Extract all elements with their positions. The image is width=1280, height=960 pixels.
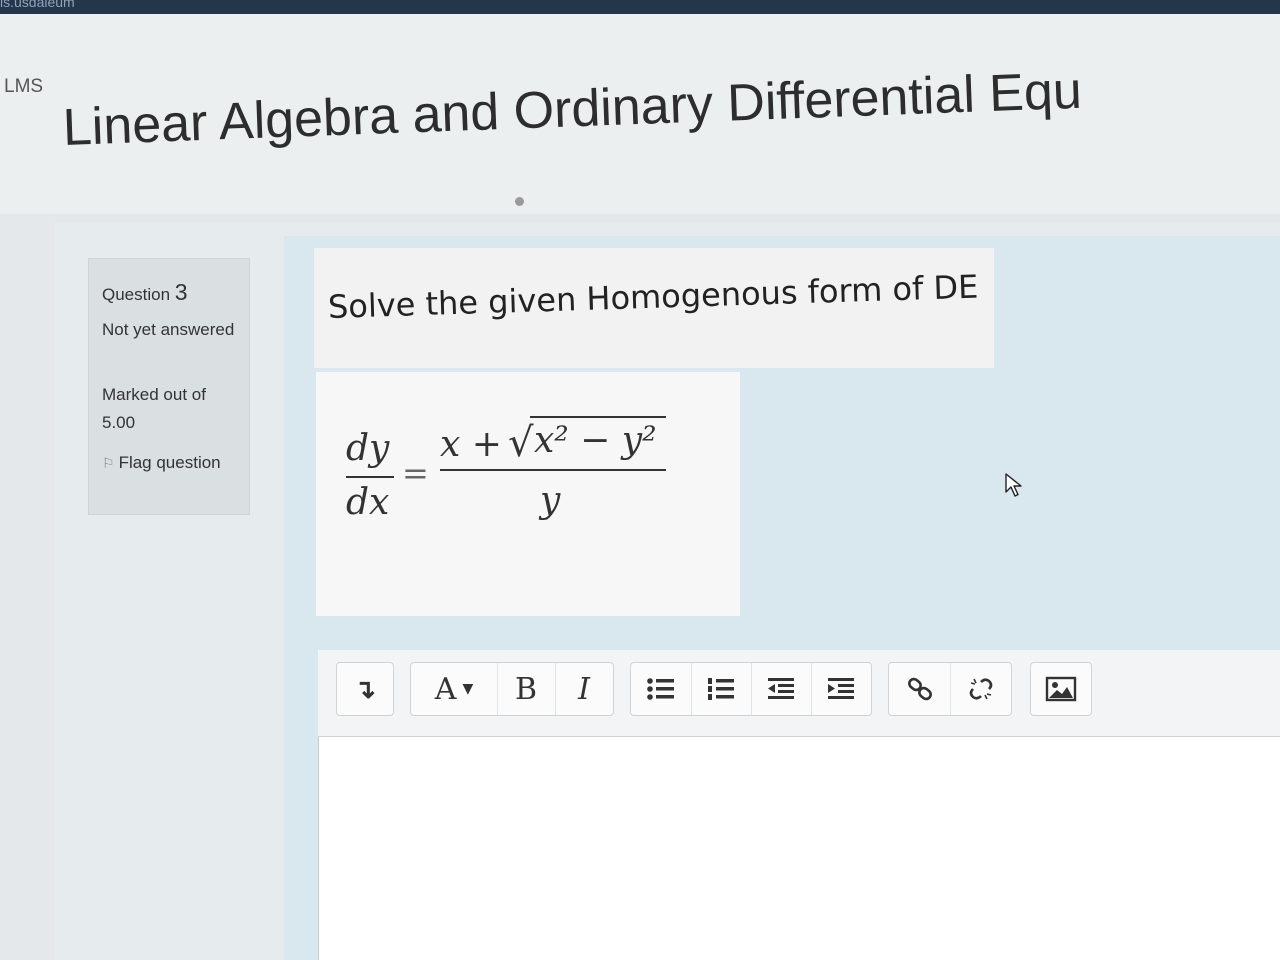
eq-rhs-prefix: x + (440, 424, 502, 465)
link-button[interactable] (889, 663, 951, 715)
insert-image-button[interactable] (1031, 663, 1091, 715)
image-icon (1045, 676, 1077, 702)
link-icon (907, 677, 932, 701)
expand-toolbar-button[interactable]: ↴ (337, 663, 393, 715)
question-state: Not yet answered (102, 320, 235, 339)
eq-rhs-radicand: x² − y² (534, 420, 657, 461)
ordered-list-button[interactable] (691, 663, 752, 715)
eq-lhs-fraction-bar (346, 476, 394, 478)
font-style-label[interactable]: A (435, 672, 457, 707)
toolbar-group-links (888, 662, 1012, 716)
indent-button[interactable] (811, 663, 871, 715)
indent-icon (828, 678, 854, 699)
ordered-list-icon (708, 678, 734, 700)
unlink-icon (969, 678, 992, 700)
eq-rhs-denominator: y (540, 480, 561, 521)
toolbar-group-media (1030, 662, 1092, 716)
unordered-list-icon (647, 678, 674, 700)
eq-sqrt-bar (530, 416, 666, 418)
toolbar-group-expand: ↴ (336, 662, 394, 716)
italic-button[interactable]: I (555, 663, 613, 715)
eq-lhs-denominator: dx (346, 482, 390, 523)
unordered-list-button[interactable] (631, 663, 692, 715)
question-number-label: Question 3 (102, 279, 188, 306)
flag-question-link[interactable]: ⚐ Flag question (102, 449, 242, 477)
mouse-cursor-icon (1005, 473, 1022, 497)
flag-question-label[interactable]: Flag question (119, 453, 221, 472)
eq-equals: = (402, 454, 429, 492)
toolbar-group-text: A ▼ B I (410, 662, 614, 716)
question-marks: Marked out of 5.00 (102, 385, 206, 432)
question-prefix: Question (102, 285, 175, 304)
loading-dot (515, 197, 524, 206)
unlink-button[interactable] (950, 663, 1011, 715)
outdent-button[interactable] (751, 663, 812, 715)
font-style-button[interactable]: A ▼ (411, 663, 498, 715)
browser-tab-text: is.usdaleum (0, 0, 75, 10)
browser-topbar: is.usdaleum (0, 0, 1280, 14)
toolbar-group-lists (630, 662, 872, 716)
question-number: 3 (174, 279, 188, 305)
site-label[interactable]: LMS (4, 76, 43, 98)
outdent-icon (768, 678, 794, 699)
eq-rhs-fraction-bar (440, 469, 666, 471)
eq-sqrt-symbol: √ (508, 420, 534, 466)
bold-button[interactable]: B (497, 663, 556, 715)
course-title: Linear Algebra and Ordinary Differential… (61, 61, 1083, 158)
page-header: LMS Linear Algebra and Ordinary Differen… (0, 14, 1280, 214)
flag-icon[interactable]: ⚐ (102, 455, 115, 471)
question-info-panel: Question 3 Not yet answered Marked out o… (88, 258, 250, 515)
chevron-down-icon: ▼ (462, 681, 474, 697)
eq-lhs-numerator: dy (346, 428, 390, 469)
